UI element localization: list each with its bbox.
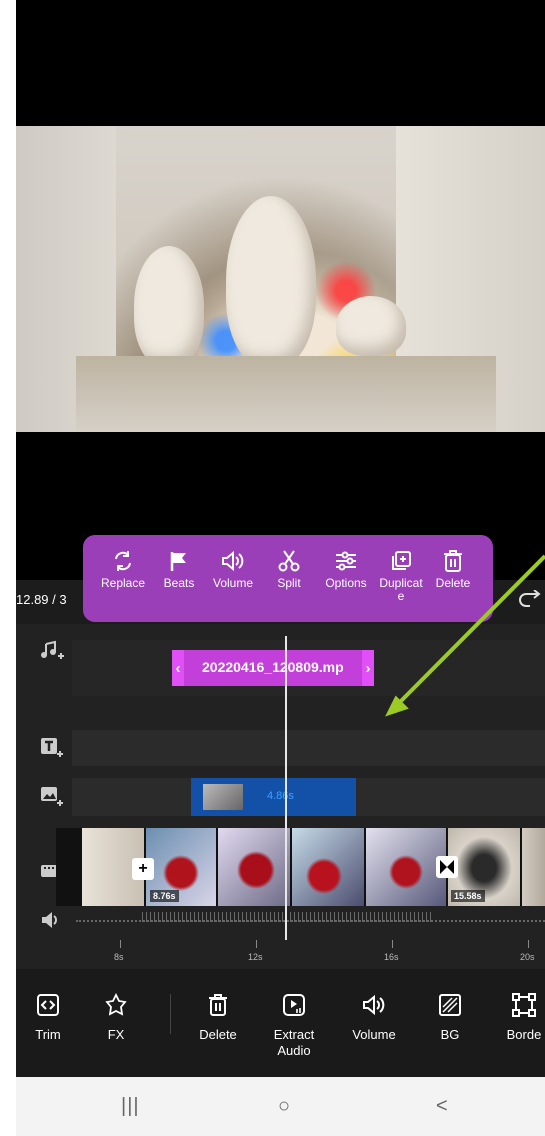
- audio-waveform-bars: [142, 912, 432, 922]
- speaker-icon[interactable]: [40, 910, 62, 935]
- volume-icon: [344, 989, 404, 1021]
- background-icon: [420, 989, 480, 1021]
- time-ruler: 8s 12s 16s 20s: [16, 936, 545, 968]
- volume-tool-button[interactable]: Volume: [344, 989, 404, 1043]
- video-thumbnail: [366, 828, 446, 906]
- fx-star-icon: [86, 989, 146, 1021]
- volume-tool-label: Volume: [352, 1027, 396, 1042]
- audio-clip[interactable]: ‹ 20220416_120809.mp ›: [172, 650, 374, 686]
- scissors-icon: [263, 545, 315, 577]
- options-label: Options: [325, 576, 367, 590]
- transition-icon[interactable]: [436, 856, 458, 878]
- overlay-clip-duration: 4.86s: [267, 790, 294, 802]
- snow-sculpture-center: [226, 196, 316, 366]
- video-frame: [16, 126, 545, 432]
- recent-apps-button[interactable]: |||: [121, 1095, 140, 1118]
- redo-icon[interactable]: [518, 589, 544, 615]
- duplicate-button[interactable]: Duplicat e: [371, 545, 431, 603]
- replace-button[interactable]: Replace: [97, 545, 149, 590]
- ruler-label: 8s: [114, 952, 124, 962]
- delete-label: Delete: [199, 1027, 237, 1042]
- overlay-clip-thumbnail: [203, 784, 243, 810]
- border-label: Borde: [506, 1027, 542, 1042]
- add-music-icon[interactable]: [40, 640, 64, 667]
- overlay-clip[interactable]: 4.86s: [191, 778, 356, 816]
- volume-row: [16, 908, 545, 932]
- audio-clip-right-handle[interactable]: ›: [362, 650, 374, 686]
- split-label: Split: [277, 576, 301, 590]
- beats-button[interactable]: Beats: [153, 545, 205, 590]
- bg-label: BG: [440, 1027, 460, 1042]
- options-button[interactable]: Options: [317, 545, 375, 590]
- current-time: 12.89 / 3: [16, 592, 67, 607]
- snow-sculpture-left: [134, 246, 204, 366]
- clip-action-toolbar: Replace Beats Volume Split Options Dupli…: [83, 535, 493, 622]
- replace-icon: [97, 545, 149, 577]
- playhead[interactable]: [285, 636, 287, 940]
- video-thumbnail: [522, 828, 545, 906]
- video-thumbnail: [218, 828, 290, 906]
- duplicate-label: Duplicat e: [379, 576, 423, 603]
- duplicate-icon: [371, 545, 431, 577]
- trash-icon: [427, 545, 479, 577]
- beats-label: Beats: [163, 576, 195, 590]
- app-screen: 12.89 / 3 Replace Beats Volume Split Opt…: [16, 0, 545, 1136]
- delete-clip-button[interactable]: Delete: [427, 545, 479, 590]
- trim-button[interactable]: Trim: [18, 989, 78, 1043]
- bg-button[interactable]: BG: [420, 989, 480, 1043]
- delete-label: Delete: [435, 576, 471, 590]
- video-preview[interactable]: [16, 0, 545, 580]
- text-track: [72, 730, 545, 766]
- clip-duration-badge: 8.76s: [150, 890, 179, 902]
- fx-button[interactable]: FX: [86, 989, 146, 1043]
- clip-duration-badge: 15.58s: [451, 890, 485, 902]
- extract-audio-button[interactable]: Extract Audio: [264, 989, 324, 1059]
- toolbar-divider: [170, 994, 171, 1034]
- border-button[interactable]: Borde: [494, 989, 545, 1043]
- extract-audio-icon: [264, 989, 324, 1021]
- volume-label: Volume: [212, 576, 254, 590]
- snow-sculpture-right: [336, 296, 406, 356]
- extract-audio-label: Extract Audio: [273, 1027, 315, 1058]
- sliders-icon: [317, 545, 375, 577]
- trash-icon: [188, 989, 248, 1021]
- replace-label: Replace: [100, 576, 146, 590]
- audio-clip-left-handle[interactable]: ‹: [172, 650, 184, 686]
- audio-clip-name: 20220416_120809.mp: [202, 659, 344, 675]
- fx-label: FX: [107, 1027, 125, 1042]
- add-transition-button[interactable]: +: [132, 858, 154, 880]
- system-nav-bar: ||| ○ <: [16, 1077, 545, 1136]
- trim-label: Trim: [35, 1027, 61, 1042]
- flag-icon: [153, 545, 205, 577]
- trim-icon: [18, 989, 78, 1021]
- add-overlay-icon[interactable]: [40, 786, 64, 813]
- ruler-label: 20s: [520, 952, 535, 962]
- volume-button[interactable]: Volume: [207, 545, 259, 590]
- delete-button[interactable]: Delete: [188, 989, 248, 1043]
- main-video-track[interactable]: + 8.76s 15.58s: [56, 828, 545, 906]
- back-button[interactable]: <: [436, 1095, 448, 1118]
- ruler-label: 16s: [384, 952, 399, 962]
- volume-icon: [207, 545, 259, 577]
- ruler-label: 12s: [248, 952, 263, 962]
- home-button[interactable]: ○: [278, 1095, 290, 1118]
- split-button[interactable]: Split: [263, 545, 315, 590]
- add-text-icon[interactable]: [40, 737, 64, 764]
- border-icon: [494, 989, 545, 1021]
- video-thumbnail: [292, 828, 364, 906]
